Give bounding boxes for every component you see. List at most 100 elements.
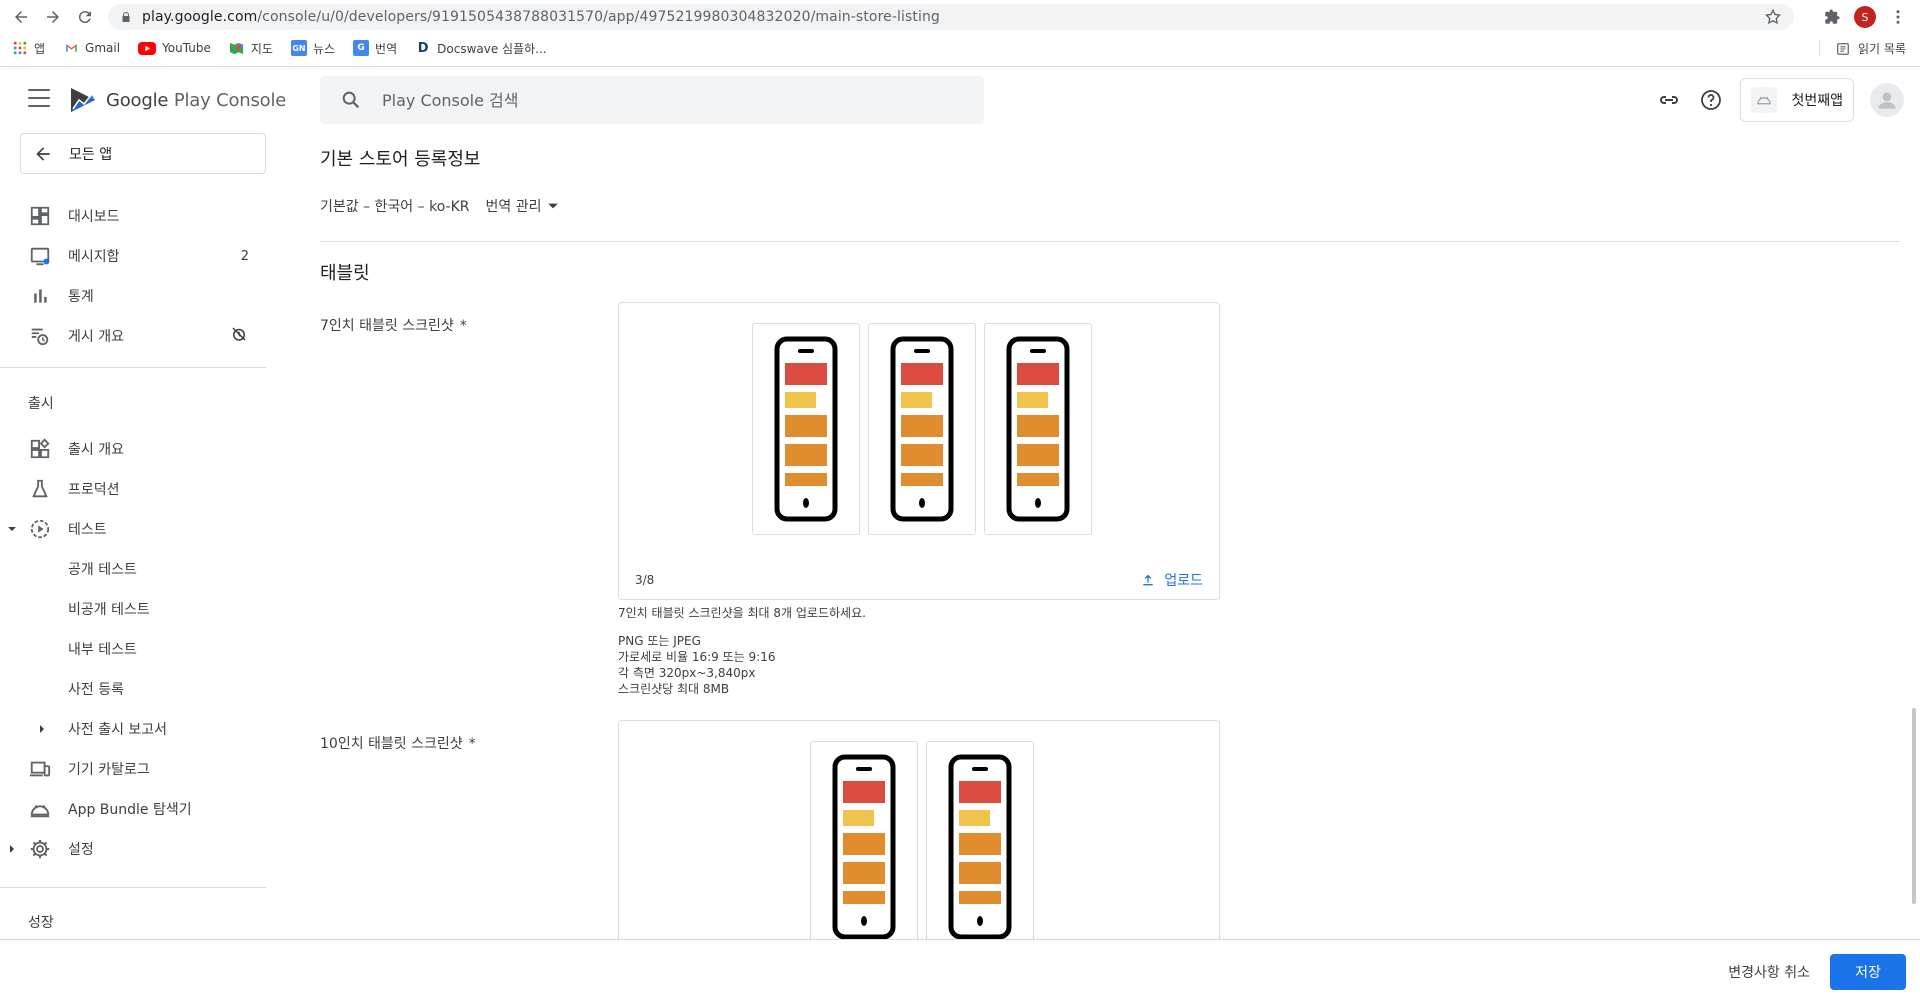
sidebar-item-label: 출시 개요: [68, 442, 124, 458]
more-vert-icon: [1896, 10, 1900, 24]
discard-changes-button[interactable]: 변경사항 취소: [1728, 962, 1810, 982]
sidebar-item-app-bundle-explorer[interactable]: App Bundle 탐색기: [0, 791, 266, 827]
play-console-logo[interactable]: Google Play Console: [68, 85, 286, 115]
sidebar-item-internal-testing[interactable]: 내부 테스트: [0, 631, 266, 667]
sidebar-item-label: 비공개 테스트: [68, 602, 150, 618]
profile-avatar[interactable]: S: [1854, 6, 1876, 28]
bookmark-label: Gmail: [85, 41, 121, 55]
app-name: 첫번째앱: [1791, 93, 1843, 109]
search-icon: [342, 91, 360, 109]
bookmark-apps[interactable]: 앱: [12, 40, 45, 57]
logo-google: Google: [106, 89, 169, 111]
sidebar-item-settings[interactable]: 설정: [0, 831, 266, 867]
app-selector[interactable]: 첫번째앱: [1740, 78, 1854, 122]
tablet10-thumbnails: [810, 741, 1034, 939]
reading-list-button[interactable]: 읽기 목록: [1836, 40, 1906, 57]
sidebar-item-label: App Bundle 탐색기: [68, 802, 192, 818]
url-text: play.google.com/console/u/0/developers/9…: [142, 9, 940, 25]
bookmarks-separator: [1819, 40, 1820, 56]
sidebar-item-publishing-overview[interactable]: 게시 개요: [0, 318, 266, 354]
docswave-icon: D: [417, 40, 429, 56]
sidebar-item-device-catalog[interactable]: 기기 카탈로그: [0, 751, 266, 787]
save-button[interactable]: 저장: [1830, 954, 1906, 990]
menu-line: [28, 97, 50, 99]
tablet7-format: PNG 또는 JPEG: [618, 634, 701, 648]
all-apps-button[interactable]: 모든 앱: [20, 133, 266, 174]
logo-play-console: Play Console: [173, 89, 287, 111]
phone-illustration-icon: [832, 754, 896, 939]
copy-link-button[interactable]: [1656, 87, 1682, 113]
back-button[interactable]: [6, 2, 36, 32]
section-divider: [320, 241, 1900, 242]
arrow-back-icon: [36, 146, 50, 161]
sidebar-item-testing[interactable]: 테스트: [0, 511, 266, 547]
help-icon: [1701, 90, 1722, 110]
menu-line: [28, 105, 50, 107]
dashboard-icon: [28, 204, 52, 228]
inbox-count-badge: 2: [240, 248, 249, 264]
sidebar-item-dashboard[interactable]: 대시보드: [0, 198, 266, 234]
bookmark-maps[interactable]: 지도: [229, 40, 273, 57]
tablet10-label-text: 10인치 태블릿 스크린샷: [320, 736, 463, 752]
account-avatar[interactable]: [1870, 83, 1904, 117]
sidebar-item-pre-launch-report[interactable]: 사전 출시 보고서: [0, 711, 266, 747]
language-row: 기본값 – 한국어 – ko-KR 번역 관리: [320, 196, 559, 216]
bookmark-label: 앱: [34, 41, 46, 56]
address-bar[interactable]: play.google.com/console/u/0/developers/9…: [108, 4, 1794, 30]
bar-chart-icon: [28, 284, 52, 308]
browser-actions: S: [1820, 2, 1920, 32]
managed-publishing-off-icon: [230, 325, 248, 347]
upload-label: 업로드: [1164, 573, 1203, 589]
url-host: play.google.com: [142, 9, 258, 25]
page-scrollbar[interactable]: [1912, 708, 1916, 904]
sidebar-item-open-testing[interactable]: 공개 테스트: [0, 551, 266, 587]
header-actions: 첫번째앱: [1656, 78, 1904, 122]
browser-toolbar: play.google.com/console/u/0/developers/9…: [0, 0, 1920, 34]
bookmark-docswave[interactable]: D Docswave 심플하...: [415, 40, 547, 57]
screenshot-thumbnail[interactable]: [868, 323, 976, 535]
tablet7-max-size: 스크린샷당 최대 8MB: [618, 682, 730, 696]
reload-button[interactable]: [70, 2, 100, 32]
menu-line: [28, 89, 50, 91]
dropdown-arrow-icon: [548, 203, 559, 209]
sidebar-item-label: 설정: [68, 842, 94, 858]
bookmark-star-icon[interactable]: [1764, 8, 1782, 26]
android-icon: [1751, 87, 1778, 113]
sidebar-item-production[interactable]: 프로덕션: [0, 471, 266, 507]
manage-translations-button[interactable]: 번역 관리: [485, 196, 559, 216]
tablet7-hint: 7인치 태블릿 스크린샷을 최대 8개 업로드하세요.: [618, 606, 866, 620]
sidebar-item-closed-testing[interactable]: 비공개 테스트: [0, 591, 266, 627]
search-input[interactable]: [382, 90, 942, 110]
screenshot-thumbnail[interactable]: [926, 741, 1034, 939]
sidebar-item-label: 프로덕션: [68, 482, 120, 498]
phone-illustration-icon: [948, 754, 1012, 939]
bookmark-news[interactable]: GN 뉴스: [290, 40, 335, 57]
extensions-button[interactable]: [1820, 5, 1844, 29]
screenshot-thumbnail[interactable]: [810, 741, 918, 939]
maps-icon: [229, 40, 245, 56]
screenshot-thumbnail[interactable]: [984, 323, 1092, 535]
sidebar-item-label: 테스트: [68, 522, 107, 538]
tablet7-upload-button[interactable]: 업로드: [1140, 570, 1203, 590]
sidebar-item-pre-registration[interactable]: 사전 등록: [0, 671, 266, 707]
inbox-icon: [28, 244, 52, 268]
sidebar-item-label: 사전 출시 보고서: [68, 722, 168, 738]
screenshot-thumbnail[interactable]: [752, 323, 860, 535]
tablet10-label: 10인치 태블릿 스크린샷 *: [320, 733, 476, 753]
link-icon: [1660, 96, 1679, 104]
bookmark-gmail[interactable]: Gmail: [63, 40, 120, 56]
sidebar-divider: [0, 887, 266, 888]
all-apps-label: 모든 앱: [69, 146, 113, 163]
sidebar-item-inbox[interactable]: 메시지함 2: [0, 238, 266, 274]
forward-button[interactable]: [38, 2, 68, 32]
required-marker: *: [468, 736, 476, 752]
help-button[interactable]: [1698, 87, 1724, 113]
sidebar-item-release-overview[interactable]: 출시 개요: [0, 431, 266, 467]
bookmark-youtube[interactable]: YouTube: [138, 41, 211, 55]
tablet7-label: 7인치 태블릿 스크린샷 *: [320, 315, 467, 335]
news-icon: GN: [290, 40, 307, 56]
bookmark-translate[interactable]: G 번역: [353, 40, 397, 57]
sidebar-item-statistics[interactable]: 통계: [0, 278, 266, 314]
chrome-menu-button[interactable]: [1886, 5, 1910, 29]
menu-toggle-button[interactable]: [28, 89, 50, 107]
